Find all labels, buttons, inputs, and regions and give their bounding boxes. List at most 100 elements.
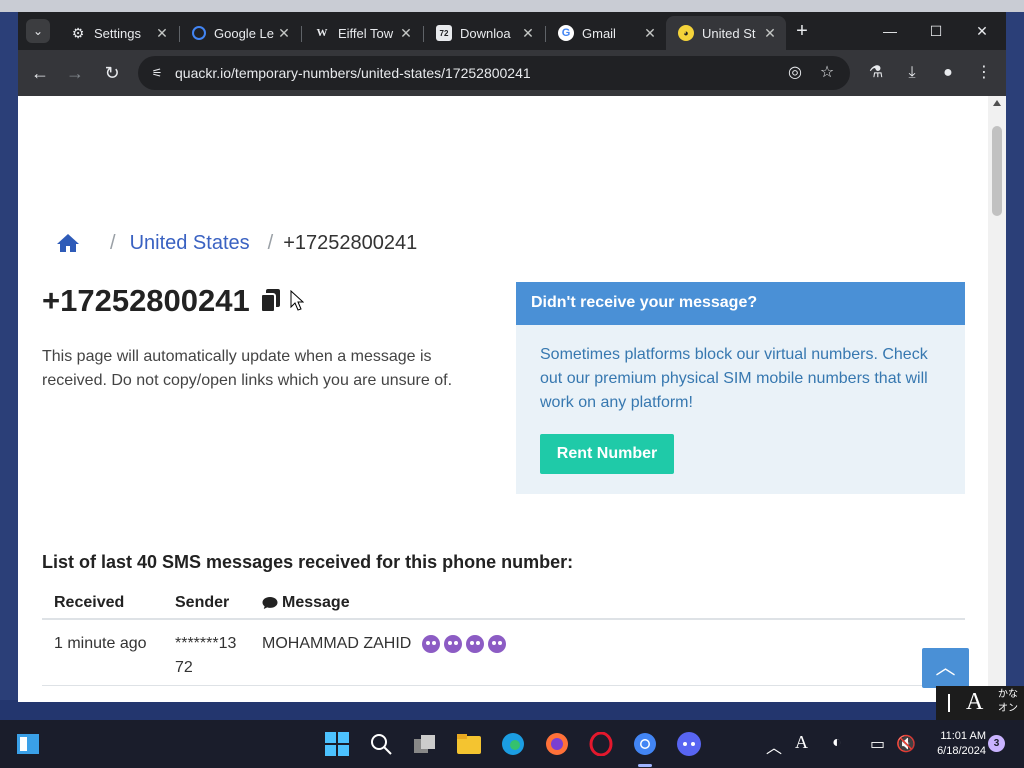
header-message-label: Message (282, 594, 350, 611)
home-icon[interactable] (56, 232, 80, 254)
sms-table: Received Sender Message 1 minute ago ***… (42, 584, 965, 686)
tab-strip: ⌄ ⚙ Settings ✕ Google Le ✕ W Eiffel Tow … (18, 12, 1006, 50)
tab-label: Downloa (460, 25, 511, 41)
comment-icon (262, 597, 278, 609)
desktop-top-strip (0, 0, 1024, 12)
close-icon[interactable]: ✕ (398, 25, 414, 42)
close-icon[interactable]: ✕ (276, 25, 292, 42)
desktop-bottom-strip (0, 700, 1024, 720)
profile-icon[interactable]: ● (935, 60, 961, 86)
widgets-icon[interactable] (12, 728, 44, 760)
google-icon: G (558, 25, 574, 41)
message-text: MOHAMMAD ZAHID (262, 635, 412, 652)
tab-united-states[interactable]: ◕ United St ✕ (666, 16, 786, 50)
card-body: Sometimes platforms block our virtual nu… (540, 346, 928, 411)
maximize-button[interactable]: ☐ (913, 18, 959, 44)
start-button-icon[interactable] (321, 728, 353, 760)
tab-download[interactable]: 72 Downloa ✕ (424, 16, 544, 50)
site-info-icon[interactable]: ⚟ (148, 64, 166, 82)
firefox-icon[interactable] (541, 728, 573, 760)
header-received: Received (54, 594, 125, 611)
search-icon[interactable] (365, 728, 397, 760)
breadcrumb-separator: / (110, 231, 116, 254)
system-clock[interactable]: 11:01 AM 6/18/2024 (920, 729, 986, 759)
sms-list-heading: List of last 40 SMS messages received fo… (42, 552, 574, 572)
table-header: Received Sender Message (42, 584, 965, 620)
browser-toolbar: ← → ↻ ⚟ quackr.io/temporary-numbers/unit… (18, 50, 1006, 96)
tab-settings[interactable]: ⚙ Settings ✕ (58, 16, 178, 50)
file-explorer-icon[interactable] (453, 728, 485, 760)
close-window-button[interactable]: ✕ (959, 18, 1005, 44)
intro-text: This page will automatically update when… (42, 348, 453, 389)
task-view-icon[interactable] (409, 728, 441, 760)
tab-label: Gmail (582, 25, 616, 41)
rent-number-button[interactable]: Rent Number (540, 434, 674, 474)
discord-icon[interactable] (673, 728, 705, 760)
rent-number-card: Didn't receive your message? Sometimes p… (516, 282, 965, 494)
download-site-icon: 72 (436, 25, 452, 41)
browser-window: ⌄ ⚙ Settings ✕ Google Le ✕ W Eiffel Tow … (18, 12, 1006, 702)
close-icon[interactable]: ✕ (154, 25, 170, 42)
desktop-left-strip (0, 12, 18, 720)
clock-time: 11:01 AM (940, 730, 986, 742)
table-row: 1 minute ago *******1372 MOHAMMAD ZAHID (42, 620, 965, 686)
cell-sender: *******1372 (175, 635, 237, 676)
network-icon[interactable]: ▭ (870, 734, 885, 754)
tab-eiffel-tower[interactable]: W Eiffel Tow ✕ (302, 16, 422, 50)
wiki-icon: W (316, 27, 328, 39)
star-icon[interactable]: ☆ (816, 63, 838, 83)
url-text[interactable]: quackr.io/temporary-numbers/united-state… (175, 65, 531, 81)
tab-gmail[interactable]: G Gmail ✕ (546, 16, 666, 50)
tab-google-lens[interactable]: Google Le ✕ (180, 16, 300, 50)
cell-received: 1 minute ago (54, 635, 147, 652)
clock-date: 6/18/2024 (937, 745, 986, 757)
eye-off-icon[interactable]: ◎ (784, 63, 806, 83)
copy-icon[interactable] (259, 288, 282, 314)
ime-tray-icon[interactable]: ◐ (832, 734, 842, 752)
quackr-icon: ◕ (678, 25, 694, 41)
volume-muted-icon[interactable]: 🔇 (896, 734, 916, 754)
scroll-thumb[interactable] (992, 126, 1002, 216)
page-title: +17252800241 (42, 283, 282, 319)
phone-number-text: +17252800241 (42, 283, 250, 318)
minimize-button[interactable]: — (867, 18, 913, 44)
menu-icon[interactable]: ⋮ (971, 60, 997, 86)
devil-emoji-icon (487, 634, 506, 653)
page-scrollbar[interactable] (988, 96, 1006, 702)
forward-button[interactable]: → (62, 60, 88, 86)
chevron-up-icon[interactable]: ︿ (766, 734, 782, 758)
breadcrumb-country-link[interactable]: United States (130, 232, 250, 255)
gear-icon: ⚙ (71, 24, 85, 41)
desktop-right-strip (1006, 12, 1024, 720)
close-icon[interactable]: ✕ (642, 25, 658, 42)
tab-label: Google Le (214, 25, 274, 41)
emoji-group (421, 634, 506, 653)
opera-icon[interactable] (585, 728, 617, 760)
reload-button[interactable]: ↻ (99, 60, 125, 86)
language-indicator-icon[interactable]: A (795, 732, 808, 753)
mouse-cursor-icon (290, 290, 304, 311)
edge-icon[interactable] (497, 728, 529, 760)
scroll-up-arrow-icon[interactable] (993, 100, 1001, 106)
tab-search-button[interactable]: ⌄ (26, 19, 50, 43)
new-tab-button[interactable]: + (790, 20, 814, 44)
ime-mode: A (966, 689, 984, 715)
download-icon[interactable]: ⤓ (899, 60, 925, 86)
back-button[interactable]: ← (27, 60, 53, 86)
labs-flask-icon[interactable]: ⚗ (863, 60, 889, 86)
devil-emoji-icon (465, 634, 484, 653)
tab-label: United St (702, 25, 756, 41)
tab-label: Settings (94, 25, 141, 41)
tab-label: Eiffel Tow (338, 25, 394, 41)
address-bar[interactable]: ⚟ quackr.io/temporary-numbers/united-sta… (138, 56, 850, 90)
chrome-icon[interactable] (629, 728, 661, 760)
page-viewport: / United States / +17252800241 +17252800… (18, 96, 988, 702)
close-icon[interactable]: ✕ (520, 25, 536, 42)
ime-indicator[interactable]: A かな オン (936, 686, 1024, 720)
notification-badge[interactable]: 3 (988, 735, 1005, 752)
card-title: Didn't receive your message? (516, 282, 965, 325)
devil-emoji-icon (421, 634, 440, 653)
active-app-indicator (638, 764, 652, 767)
back-to-top-button[interactable]: ︿ (922, 648, 969, 688)
close-icon[interactable]: ✕ (762, 25, 778, 42)
